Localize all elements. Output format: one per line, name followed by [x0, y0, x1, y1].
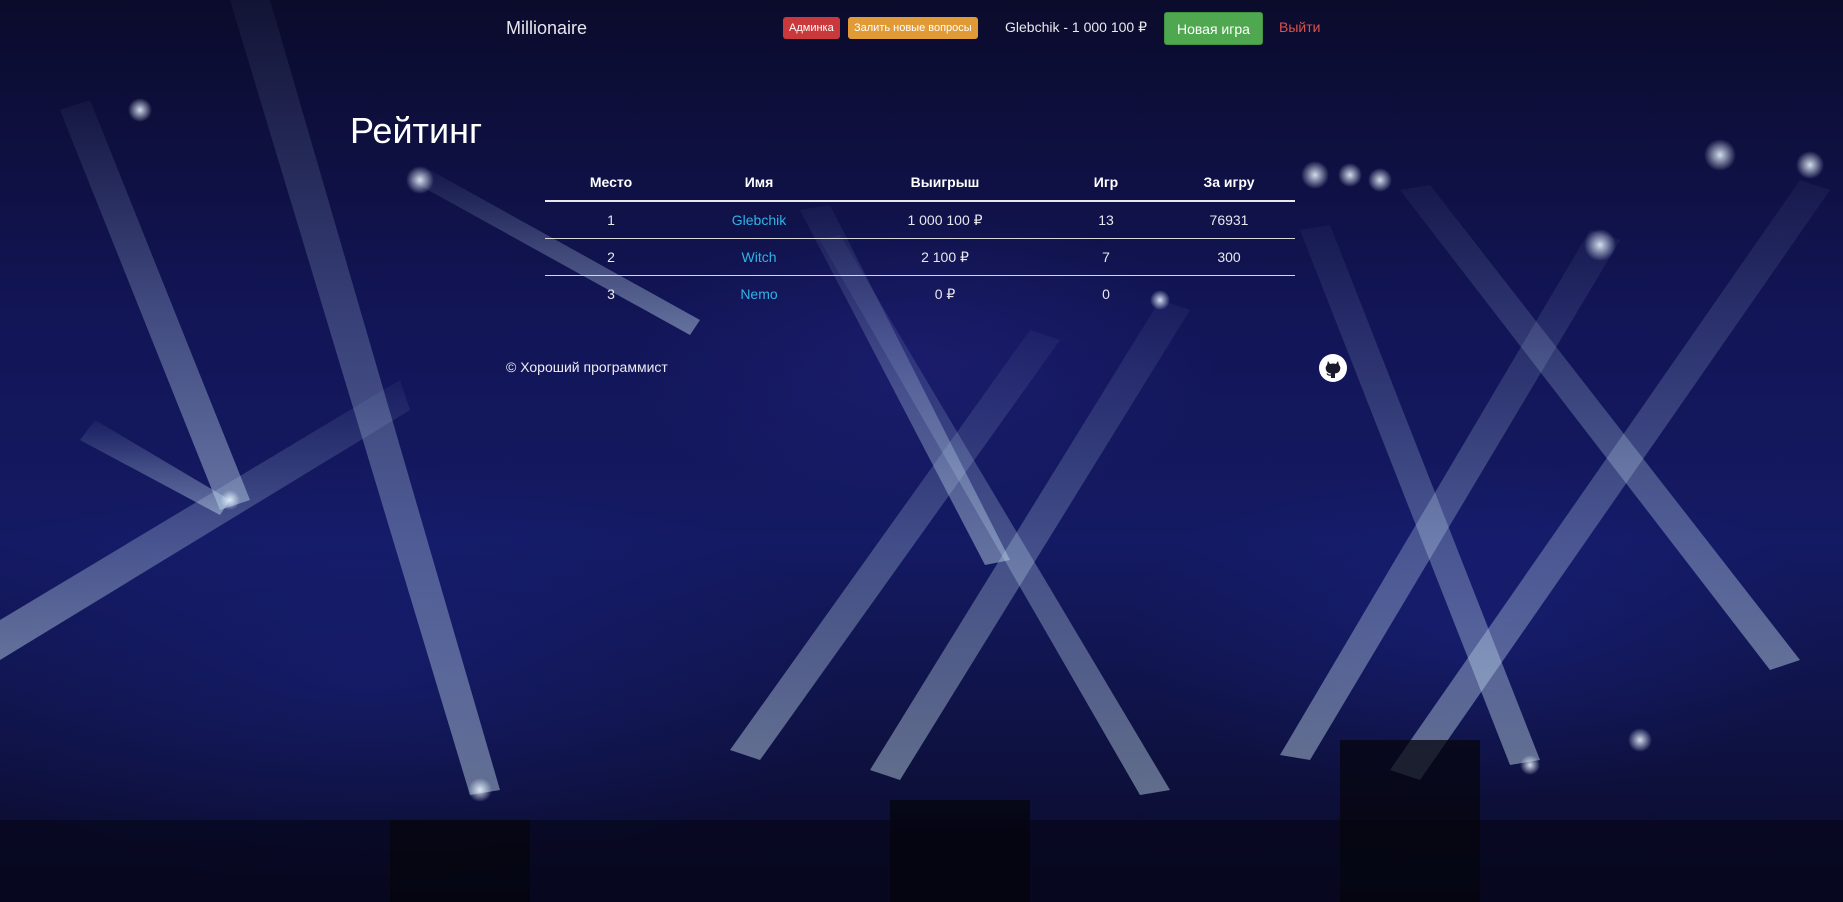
cell-name: Glebchik [677, 201, 841, 239]
cell-per-game [1163, 276, 1295, 313]
top-navbar: Millionaire Админка Залить новые вопросы… [0, 0, 1843, 56]
header-name: Имя [677, 164, 841, 202]
header-place: Место [545, 164, 677, 202]
cell-games: 0 [1102, 286, 1110, 302]
header-games: Игр [1049, 164, 1163, 202]
table-row: 1 Glebchik 1 000 100 ₽ 13 76931 [545, 201, 1295, 239]
player-link[interactable]: Witch [742, 249, 777, 265]
player-link[interactable]: Nemo [740, 286, 777, 302]
footer-copyright: © Хороший программист [506, 359, 668, 375]
header-winnings: Выигрыш [841, 164, 1049, 202]
cell-winnings: 1 000 100 ₽ [841, 201, 1049, 239]
cell-place: 2 [545, 238, 677, 276]
stage-background [0, 0, 1843, 902]
new-game-button[interactable]: Новая игра [1164, 12, 1263, 45]
table-row: 3 Nemo 0 ₽ 0 [545, 276, 1295, 313]
cell-games: 13 [1049, 201, 1163, 239]
cell-per-game: 76931 [1163, 201, 1295, 239]
cell-name: Witch [677, 238, 841, 276]
cell-per-game: 300 [1163, 238, 1295, 276]
upload-questions-badge[interactable]: Залить новые вопросы [848, 17, 978, 39]
cell-place: 3 [607, 286, 615, 302]
admin-badge[interactable]: Админка [783, 17, 840, 39]
cell-winnings: 2 100 ₽ [841, 238, 1049, 276]
table-header-row: Место Имя Выигрыш Игр За игру [545, 164, 1295, 202]
rating-table: Место Имя Выигрыш Игр За игру 1 Glebchik… [545, 164, 1295, 312]
user-balance[interactable]: Glebchik - 1 000 100 ₽ [1005, 19, 1147, 36]
logout-link[interactable]: Выйти [1279, 19, 1320, 35]
cell-place: 1 [545, 201, 677, 239]
cell-name: Nemo [677, 276, 841, 313]
header-per-game: За игру [1163, 164, 1295, 202]
cell-games: 7 [1049, 238, 1163, 276]
table-row: 2 Witch 2 100 ₽ 7 300 [545, 238, 1295, 276]
cell-winnings: 0 ₽ [934, 285, 956, 302]
github-icon[interactable] [1319, 354, 1347, 382]
brand-link[interactable]: Millionaire [506, 18, 587, 39]
player-link[interactable]: Glebchik [732, 212, 786, 228]
page-title: Рейтинг [350, 110, 483, 151]
